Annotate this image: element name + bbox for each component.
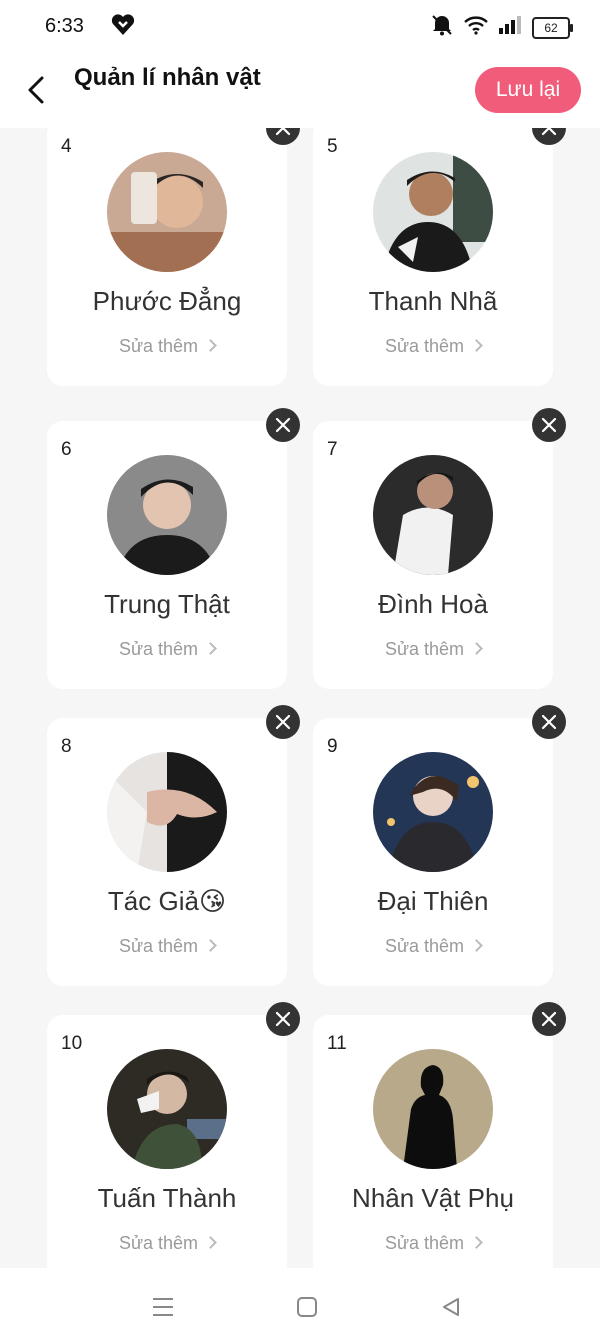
close-icon [275,1011,291,1027]
character-name: Đình Hoà [378,589,488,619]
character-card[interactable]: 11 Nhân Vật Phụ Sửa thêm [313,1015,553,1268]
character-avatar [373,455,493,575]
edit-more-link[interactable]: Sửa thêm [47,1233,287,1254]
character-name: Phước Đẳng [92,286,242,316]
character-card[interactable]: 7 Đình Hoà Sửa thêm [313,421,553,689]
character-number: 6 [61,439,72,460]
edit-more-label: Sửa thêm [384,336,465,356]
system-nav-bar [0,1268,600,1343]
chevron-right-icon [204,339,217,352]
save-button[interactable]: Lưu lại [475,67,581,113]
edit-more-label: Sửa thêm [118,639,199,659]
signal-icon [498,16,522,39]
character-number: 5 [327,136,338,157]
edit-more-label: Sửa thêm [384,639,465,659]
character-grid: 4 Phước Đẳng Sửa thêm 5 Thanh Nhã Sửa th… [0,128,600,1268]
close-icon [541,128,557,136]
chevron-right-icon [204,1236,217,1249]
character-number: 4 [61,136,72,157]
back-icon[interactable] [436,1292,466,1322]
character-avatar [107,752,227,872]
remove-button[interactable] [532,1002,566,1036]
character-name: Tác Giả😘 [107,886,227,916]
chevron-right-icon [470,1236,483,1249]
character-name: Trung Thật [104,589,230,619]
status-time: 6:33 [45,15,84,37]
character-name: Tuấn Thành [97,1183,237,1213]
character-number: 7 [327,439,338,460]
character-avatar [107,455,227,575]
character-avatar [107,152,227,272]
chevron-right-icon [470,339,483,352]
chevron-right-icon [470,642,483,655]
close-icon [541,1011,557,1027]
close-icon [541,417,557,433]
home-icon[interactable] [292,1292,322,1322]
character-avatar [107,1049,227,1169]
character-card[interactable]: 9 Đại Thiên Sửa thêm [313,718,553,986]
remove-button[interactable] [266,705,300,739]
page-title: Quản lí nhân vật [74,64,261,91]
chevron-right-icon [204,642,217,655]
mute-icon [430,14,454,41]
character-number: 9 [327,736,338,757]
close-icon [275,417,291,433]
edit-more-label: Sửa thêm [384,1233,465,1253]
remove-button[interactable] [266,1002,300,1036]
character-avatar [373,1049,493,1169]
edit-more-label: Sửa thêm [118,1233,199,1253]
character-name: Đại Thiên [377,886,489,916]
wifi-icon [464,15,488,40]
edit-more-link[interactable]: Sửa thêm [47,639,287,660]
character-name: Thanh Nhã [368,286,498,316]
character-avatar [373,752,493,872]
edit-more-link[interactable]: Sửa thêm [313,336,553,357]
menu-icon[interactable] [148,1292,178,1322]
edit-more-link[interactable]: Sửa thêm [47,936,287,957]
edit-more-link[interactable]: Sửa thêm [313,1233,553,1254]
chevron-right-icon [204,939,217,952]
character-card[interactable]: 8 Tác Giả😘 Sửa thêm [47,718,287,986]
edit-more-link[interactable]: Sửa thêm [313,936,553,957]
app-header: Quản lí nhân vật Lưu lại [0,52,600,128]
character-name: Nhân Vật Phụ [352,1183,514,1213]
status-icons: 62 [430,14,573,41]
back-arrow-icon[interactable] [22,72,52,108]
edit-more-label: Sửa thêm [384,936,465,956]
remove-button[interactable] [266,408,300,442]
character-card[interactable]: 6 Trung Thật Sửa thêm [47,421,287,689]
close-icon [541,714,557,730]
edit-more-link[interactable]: Sửa thêm [313,639,553,660]
battery-icon: 62 [532,16,573,39]
edit-more-link[interactable]: Sửa thêm [47,336,287,357]
remove-button[interactable] [532,705,566,739]
character-number: 8 [61,736,72,757]
close-icon [275,128,291,136]
heart-app-icon [110,12,136,43]
chevron-right-icon [470,939,483,952]
character-number: 11 [327,1033,347,1054]
remove-button[interactable] [532,408,566,442]
edit-more-label: Sửa thêm [118,336,199,356]
edit-more-label: Sửa thêm [118,936,199,956]
character-avatar [373,152,493,272]
character-card[interactable]: 10 Tuấn Thành Sửa thêm [47,1015,287,1268]
character-card[interactable]: 4 Phước Đẳng Sửa thêm [47,128,287,386]
character-card[interactable]: 5 Thanh Nhã Sửa thêm [313,128,553,386]
close-icon [275,714,291,730]
status-bar: 6:33 62 [0,0,600,52]
character-number: 10 [61,1033,83,1054]
